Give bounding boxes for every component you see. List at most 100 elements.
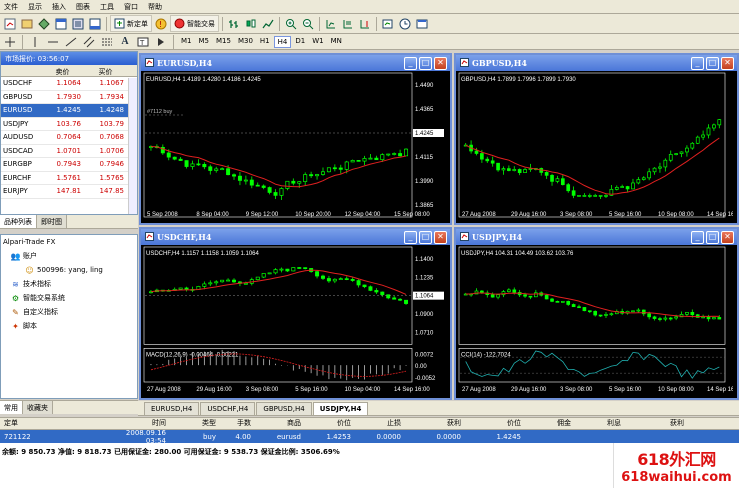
vertical-line-icon[interactable] xyxy=(27,34,43,50)
experts-button[interactable]: 智能交易 xyxy=(170,15,219,32)
terminal-col-header[interactable]: 获利 xyxy=(405,418,465,429)
quote-row[interactable]: GBPUSD 1.7930 1.7934 xyxy=(1,91,137,104)
chart-tab[interactable]: EURUSD,H4 xyxy=(144,402,200,415)
horizontal-line-icon[interactable] xyxy=(45,34,61,50)
market-watch-icon[interactable] xyxy=(36,16,52,32)
quote-row[interactable]: AUDUSD 0.7064 0.7068 xyxy=(1,131,137,145)
chart-window-usdchf[interactable]: USDCHF,H4 _ □ ✕ USDCHF,H4 1.1157 1.1158 1.10… xyxy=(139,227,452,400)
chart-window-usdjpy[interactable]: USDJPY,H4 _ □ ✕ USDJPY,H4 104.31 104.49 103.… xyxy=(454,227,739,400)
templates-icon[interactable] xyxy=(414,16,430,32)
new-order-button[interactable]: 新定单 xyxy=(110,15,152,32)
trendline-icon[interactable] xyxy=(63,34,79,50)
chart-tab[interactable]: USDCHF,H4 xyxy=(200,402,256,415)
close-button[interactable]: ✕ xyxy=(721,230,734,244)
navigator-item[interactable]: ✎ 自定义指标 xyxy=(1,305,137,319)
quote-row[interactable]: EURUSD 1.4245 1.4248 xyxy=(1,104,137,118)
label-tool-icon[interactable]: T xyxy=(135,34,151,50)
terminal-col-header[interactable]: 价位 xyxy=(465,418,525,429)
quote-row[interactable]: USDJPY 103.76 103.79 xyxy=(1,118,137,131)
chart-tab[interactable]: USDJPY,H4 xyxy=(312,402,369,415)
text-tool-icon[interactable]: A xyxy=(117,34,133,50)
navigator-item[interactable]: ≋ 技术指标 xyxy=(1,277,137,291)
terminal-icon[interactable] xyxy=(87,16,103,32)
menu-item[interactable]: 帮助 xyxy=(148,2,162,12)
zoom-out-icon[interactable] xyxy=(300,16,316,32)
new-chart-icon[interactable] xyxy=(2,16,18,32)
indicators-list-icon[interactable] xyxy=(380,16,396,32)
minimize-button[interactable]: _ xyxy=(404,230,417,244)
quote-row[interactable]: EURGBP 0.7943 0.7946 xyxy=(1,158,137,172)
market-watch-scrollbar[interactable] xyxy=(128,78,137,214)
timeframe-h4[interactable]: H4 xyxy=(273,35,292,48)
channel-icon[interactable] xyxy=(81,34,97,50)
chart-title-bar[interactable]: GBPUSD,H4 _ □ ✕ xyxy=(456,55,737,71)
chart-title-bar[interactable]: USDJPY,H4 _ □ ✕ xyxy=(456,229,737,245)
maximize-button[interactable]: □ xyxy=(419,230,432,244)
timeframe-d1[interactable]: D1 xyxy=(292,36,308,48)
maximize-button[interactable]: □ xyxy=(706,56,719,70)
terminal-col-header[interactable]: 获利 xyxy=(625,418,688,429)
terminal-col-header[interactable]: 手数 xyxy=(220,418,255,429)
minimize-button[interactable]: _ xyxy=(404,56,417,70)
terminal-col-header[interactable]: 类型 xyxy=(170,418,220,429)
terminal-col-header[interactable]: 商品 xyxy=(255,418,305,429)
tab-symbols[interactable]: 品种列表 xyxy=(0,215,37,228)
bar-chart-icon[interactable] xyxy=(226,16,242,32)
chart-shift-icon[interactable] xyxy=(357,16,373,32)
chart-title-bar[interactable]: USDCHF,H4 _ □ ✕ xyxy=(141,229,450,245)
quote-row[interactable]: USDCHF 1.1064 1.1067 xyxy=(1,77,137,91)
terminal-col-header[interactable]: 利息 xyxy=(575,418,625,429)
quote-row[interactable]: USDCAD 1.0701 1.0706 xyxy=(1,145,137,158)
auto-scroll-icon[interactable] xyxy=(340,16,356,32)
tile-windows-icon[interactable] xyxy=(323,16,339,32)
terminal-col-header[interactable]: 定单 xyxy=(0,418,110,429)
fibonacci-icon[interactable] xyxy=(99,34,115,50)
chart-title-bar[interactable]: EURUSD,H4 _ □ ✕ xyxy=(141,55,450,71)
maximize-button[interactable]: □ xyxy=(419,56,432,70)
menu-item[interactable]: 插入 xyxy=(52,2,66,12)
minimize-button[interactable]: _ xyxy=(691,230,704,244)
profiles-icon[interactable] xyxy=(19,16,35,32)
close-button[interactable]: ✕ xyxy=(434,230,447,244)
terminal-col-header[interactable]: 佣金 xyxy=(525,418,575,429)
periods-icon[interactable] xyxy=(397,16,413,32)
close-button[interactable]: ✕ xyxy=(721,56,734,70)
quote-row[interactable]: EURCHF 1.5761 1.5765 xyxy=(1,172,137,185)
chart-window-eurusd[interactable]: EURUSD,H4 _ □ ✕ EURUSD,H4 1.4189 1.4280 1.41… xyxy=(139,53,452,225)
chart-window-gbpusd[interactable]: GBPUSD,H4 _ □ ✕ GBPUSD,H4 1.7899 1.7996 1.78… xyxy=(454,53,739,225)
timeframe-m5[interactable]: M5 xyxy=(196,36,213,48)
timeframe-w1[interactable]: W1 xyxy=(309,36,326,48)
menu-item[interactable]: 显示 xyxy=(28,2,42,12)
terminal-col-header[interactable]: 止损 xyxy=(355,418,405,429)
menu-item[interactable]: 文件 xyxy=(4,2,18,12)
expert-status-icon[interactable]: ! xyxy=(153,16,169,32)
arrow-tool-icon[interactable] xyxy=(153,34,169,50)
chart-plot[interactable]: USDJPY,H4 104.31 104.49 103.62 103.76 CCI… xyxy=(456,245,733,394)
quote-row[interactable]: EURJPY 147.81 147.85 xyxy=(1,185,137,199)
timeframe-h1[interactable]: H1 xyxy=(257,36,273,48)
col-ask[interactable]: 买价 xyxy=(84,65,127,76)
navigator-icon[interactable] xyxy=(70,16,86,32)
tab-favorites[interactable]: 收藏夹 xyxy=(23,401,53,414)
tab-tick-chart[interactable]: 即时图 xyxy=(37,215,67,228)
zoom-in-icon[interactable] xyxy=(283,16,299,32)
col-bid[interactable]: 卖价 xyxy=(41,65,84,76)
order-row[interactable]: 721122 2008.09.16 03:54 buy 4.00 eurusd 1.425… xyxy=(0,429,739,445)
timeframe-m30[interactable]: M30 xyxy=(235,36,256,48)
timeframe-m15[interactable]: M15 xyxy=(213,36,234,48)
tab-common[interactable]: 常用 xyxy=(0,401,23,414)
line-chart-icon[interactable] xyxy=(260,16,276,32)
navigator-root[interactable]: Alpari-Trade FX xyxy=(1,235,137,249)
crosshair-icon[interactable] xyxy=(2,34,18,50)
maximize-button[interactable]: □ xyxy=(706,230,719,244)
terminal-col-header[interactable]: 时间 xyxy=(110,418,170,429)
menu-item[interactable]: 窗口 xyxy=(124,2,138,12)
navigator-item[interactable]: ⚙ 智能交易系统 xyxy=(1,291,137,305)
chart-plot[interactable]: GBPUSD,H4 1.7899 1.7996 1.7899 1.7930 27 … xyxy=(456,71,733,219)
chart-plot[interactable]: USDCHF,H4 1.1157 1.1158 1.1059 1.1064 1.1… xyxy=(141,245,446,394)
chart-tab[interactable]: GBPUSD,H4 xyxy=(256,402,312,415)
candle-chart-icon[interactable] xyxy=(243,16,259,32)
chart-plot[interactable]: EURUSD,H4 1.4189 1.4280 1.4186 1.4245 1.4… xyxy=(141,71,446,219)
terminal-col-header[interactable]: 价位 xyxy=(305,418,355,429)
menu-item[interactable]: 图表 xyxy=(76,2,90,12)
